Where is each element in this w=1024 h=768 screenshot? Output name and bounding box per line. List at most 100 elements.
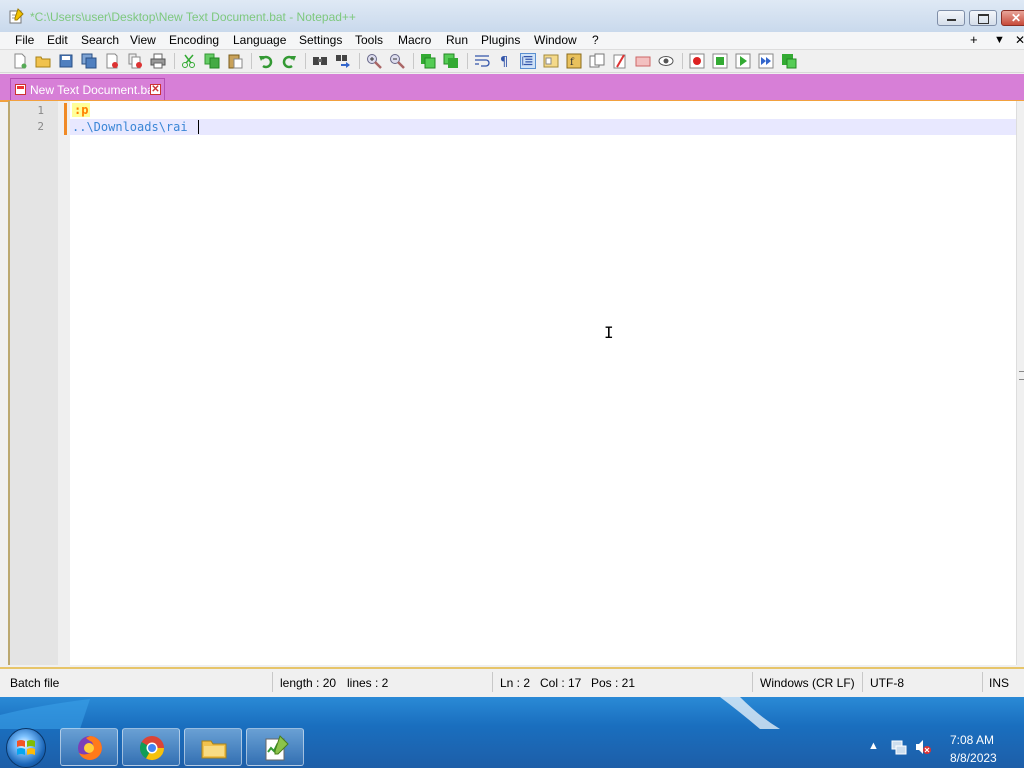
- status-length: length : 20: [280, 676, 337, 690]
- sync-vertical-icon[interactable]: [420, 53, 436, 69]
- code-line-2[interactable]: ..\Downloads\rai: [72, 120, 188, 134]
- menu-file[interactable]: File: [15, 33, 34, 47]
- toolbar-separator: [413, 53, 414, 69]
- status-insert-mode[interactable]: INS: [989, 676, 1009, 690]
- svg-text:¶: ¶: [500, 55, 508, 69]
- clock-date[interactable]: 8/8/2023: [950, 751, 997, 765]
- run-macro-multiple-icon[interactable]: [758, 53, 774, 69]
- batch-label-token: :p: [72, 103, 91, 117]
- save-macro-icon[interactable]: [781, 53, 797, 69]
- maximize-icon: [978, 14, 989, 24]
- menu-window[interactable]: Window: [534, 33, 577, 47]
- taskbar-wallpaper-strip: [0, 697, 780, 729]
- new-file-icon[interactable]: [12, 53, 28, 69]
- toolbar-separator: [359, 53, 360, 69]
- status-eol[interactable]: Windows (CR LF): [760, 676, 855, 690]
- menu-search[interactable]: Search: [81, 33, 119, 47]
- record-macro-icon[interactable]: [689, 53, 705, 69]
- cut-icon[interactable]: [181, 53, 197, 69]
- fold-margin[interactable]: [58, 101, 70, 665]
- tab-list-dropdown-button[interactable]: ▼: [994, 34, 1005, 46]
- close-file-icon[interactable]: [104, 53, 120, 69]
- playback-macro-icon[interactable]: [735, 53, 751, 69]
- document-map-icon[interactable]: [543, 53, 559, 69]
- paste-icon[interactable]: [227, 53, 243, 69]
- menu-language[interactable]: Language: [233, 33, 286, 47]
- indent-guide-icon[interactable]: [520, 53, 536, 69]
- menu-tools[interactable]: Tools: [355, 33, 383, 47]
- vertical-scrollbar[interactable]: [1016, 101, 1024, 665]
- undo-icon[interactable]: [258, 53, 274, 69]
- editor-area[interactable]: 1 2 :p ..\Downloads\rai I: [8, 101, 1024, 665]
- status-separator: [862, 672, 863, 692]
- title-bar[interactable]: *C:\Users\user\Desktop\New Text Document…: [0, 0, 1024, 33]
- toolbar: ¶ f: [0, 50, 1024, 73]
- start-button[interactable]: [6, 728, 46, 768]
- minimize-button[interactable]: [937, 10, 965, 26]
- show-all-chars-icon[interactable]: ¶: [497, 53, 513, 69]
- save-all-icon[interactable]: [81, 53, 97, 69]
- status-separator: [752, 672, 753, 692]
- code-line-1[interactable]: :p: [72, 103, 91, 117]
- volume-muted-icon[interactable]: [914, 738, 932, 756]
- status-line[interactable]: Ln : 2: [500, 676, 530, 690]
- taskbar-firefox-button[interactable]: [60, 728, 118, 766]
- tab-new-text-document[interactable]: New Text Document.bat ✕: [10, 78, 165, 100]
- monitoring-icon[interactable]: [658, 53, 674, 69]
- function-list-icon[interactable]: f: [566, 53, 582, 69]
- close-document-button[interactable]: ✕: [1015, 33, 1024, 47]
- menu-help[interactable]: ?: [592, 33, 599, 47]
- menu-encoding[interactable]: Encoding: [169, 33, 219, 47]
- menu-edit[interactable]: Edit: [47, 33, 68, 47]
- sync-horizontal-icon[interactable]: [443, 53, 459, 69]
- taskbar-explorer-button[interactable]: [184, 728, 242, 766]
- window-title: *C:\Users\user\Desktop\New Text Document…: [30, 10, 356, 24]
- menu-run[interactable]: Run: [446, 33, 468, 47]
- folder-as-workspace-icon[interactable]: [589, 53, 605, 69]
- copy-icon[interactable]: [204, 53, 220, 69]
- menu-plugins[interactable]: Plugins: [481, 33, 520, 47]
- menu-macro[interactable]: Macro: [398, 33, 431, 47]
- document-list-icon[interactable]: [612, 53, 628, 69]
- status-separator: [272, 672, 273, 692]
- new-tab-plus-button[interactable]: +: [970, 32, 978, 47]
- zoom-in-icon[interactable]: [366, 53, 382, 69]
- close-window-button[interactable]: ✕: [1001, 10, 1024, 26]
- maximize-button[interactable]: [969, 10, 997, 26]
- line-number-gutter: 1 2: [10, 101, 58, 665]
- open-file-icon[interactable]: [35, 53, 51, 69]
- taskbar-chrome-button[interactable]: [122, 728, 180, 766]
- tab-label: New Text Document.bat: [30, 83, 158, 97]
- menu-settings[interactable]: Settings: [299, 33, 342, 47]
- word-wrap-icon[interactable]: [474, 53, 490, 69]
- toolbar-separator: [682, 53, 683, 69]
- notepadpp-app-icon: [9, 8, 24, 24]
- taskbar-notepadpp-button[interactable]: [246, 728, 304, 766]
- toolbar-separator: [467, 53, 468, 69]
- menu-view[interactable]: View: [130, 33, 156, 47]
- status-language: Batch file: [10, 676, 60, 690]
- menu-bar: File Edit Search View Encoding Language …: [0, 32, 1024, 50]
- status-position[interactable]: Pos : 21: [591, 676, 635, 690]
- status-column[interactable]: Col : 17: [540, 676, 581, 690]
- tab-close-icon[interactable]: ✕: [150, 84, 161, 95]
- replace-icon[interactable]: [335, 53, 351, 69]
- find-icon[interactable]: [312, 53, 328, 69]
- close-icon: ✕: [1011, 11, 1022, 25]
- ibeam-cursor-icon: I: [604, 323, 614, 342]
- save-icon[interactable]: [58, 53, 74, 69]
- print-icon[interactable]: [150, 53, 166, 69]
- show-hidden-icons-button[interactable]: ▲: [868, 740, 879, 752]
- clock-time[interactable]: 7:08 AM: [950, 733, 994, 747]
- zoom-out-icon[interactable]: [389, 53, 405, 69]
- close-all-icon[interactable]: [127, 53, 143, 69]
- status-encoding[interactable]: UTF-8: [870, 676, 904, 690]
- status-bar: Batch file length : 20 lines : 2 Ln : 2 …: [0, 667, 1024, 697]
- scroll-grip-icon[interactable]: [1019, 371, 1024, 380]
- text-caret: [198, 120, 199, 134]
- stop-record-icon[interactable]: [712, 53, 728, 69]
- redo-icon[interactable]: [281, 53, 297, 69]
- notepadpp-icon: [265, 735, 289, 761]
- close-panel-icon[interactable]: [635, 53, 651, 69]
- network-icon[interactable]: [890, 738, 908, 756]
